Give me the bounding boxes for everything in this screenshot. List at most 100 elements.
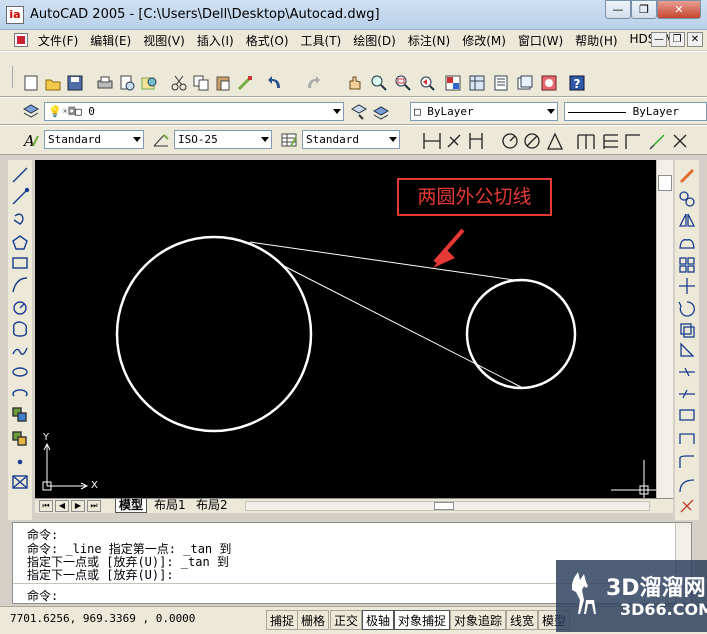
lightbulb-icon: 💡 xyxy=(48,105,62,118)
chevron-down-icon xyxy=(389,137,397,142)
linetype-control-dropdown[interactable]: ByLayer xyxy=(564,102,707,121)
design-center-icon[interactable] xyxy=(468,74,486,92)
text-style-value: Standard xyxy=(48,133,101,146)
open-icon[interactable] xyxy=(44,74,62,92)
lineweight-toggle[interactable]: 线宽 xyxy=(506,610,539,630)
dimension-style-icon[interactable] xyxy=(152,131,170,149)
otrack-toggle[interactable]: 对象追踪 xyxy=(450,610,507,630)
tool-palettes-icon[interactable] xyxy=(492,74,510,92)
zoom-realtime-icon[interactable] xyxy=(370,74,388,92)
tab-model[interactable]: 模型 xyxy=(115,499,148,513)
menu-window[interactable]: 窗口(W) xyxy=(518,32,563,49)
table-style-dropdown[interactable]: Standard xyxy=(302,130,400,149)
text-style-icon[interactable]: A xyxy=(22,131,40,150)
lock-icon: ◘ xyxy=(68,105,75,118)
new-icon[interactable] xyxy=(22,74,40,92)
menu-file[interactable]: 文件(F) xyxy=(38,32,78,49)
polar-toggle[interactable]: 极轴 xyxy=(362,610,395,630)
ortho-toggle[interactable]: 正交 xyxy=(330,610,363,630)
horizontal-scrollbar[interactable] xyxy=(245,501,650,511)
title-bar: ia AutoCAD 2005 - [C:\Users\Dell\Desktop… xyxy=(0,0,707,30)
cut-icon[interactable] xyxy=(170,74,188,92)
zoom-window-icon[interactable] xyxy=(394,74,412,92)
dimension-toolbar-icons xyxy=(423,132,687,150)
publish-icon[interactable] xyxy=(140,74,158,92)
layer-previous-icon[interactable] xyxy=(372,103,390,121)
layer-manager-icon[interactable] xyxy=(22,103,40,121)
minimize-button[interactable]: — xyxy=(605,0,631,19)
chevron-down-icon xyxy=(261,137,269,142)
sheet-set-icon[interactable] xyxy=(516,74,534,92)
copy-icon[interactable] xyxy=(192,74,210,92)
table-style-icon[interactable] xyxy=(280,131,298,149)
table-style-value: Standard xyxy=(306,133,359,146)
tangent-line-cross[interactable] xyxy=(281,264,522,388)
text-style-dropdown[interactable]: Standard xyxy=(44,130,144,149)
close-button[interactable]: ✕ xyxy=(657,0,701,19)
dimension-style-value: ISO-25 xyxy=(178,133,218,146)
document-icon[interactable] xyxy=(14,33,28,47)
doc-minimize-button[interactable]: — xyxy=(651,32,667,47)
markup-icon[interactable] xyxy=(540,74,558,92)
layer-dropdown[interactable]: 💡☀◘□ 0 xyxy=(44,102,344,121)
menu-help[interactable]: 帮助(H) xyxy=(575,32,617,49)
redo-icon[interactable] xyxy=(304,74,322,92)
menu-edit[interactable]: 编辑(E) xyxy=(90,32,131,49)
zoom-previous-icon[interactable] xyxy=(418,74,436,92)
canvas-vertical-scrollbar[interactable] xyxy=(656,160,673,500)
command-history-line: 指定下一点或 [放弃(U)]: xyxy=(27,568,174,582)
doc-close-button[interactable]: ✕ xyxy=(687,32,703,47)
layout-tab-bar: ⏮ ◀ ▶ ⏭ 模型 布局1 布局2 xyxy=(35,498,673,513)
snap-toggle[interactable]: 捕捉 xyxy=(266,610,299,630)
tab-layout1[interactable]: 布局1 xyxy=(151,499,189,513)
print-preview-icon[interactable] xyxy=(118,74,136,92)
command-prompt-input[interactable]: 命令: xyxy=(27,587,58,604)
menu-modify[interactable]: 修改(M) xyxy=(462,32,506,49)
pan-icon[interactable] xyxy=(346,74,364,92)
prev-tab-button[interactable]: ◀ xyxy=(55,500,69,512)
small-circle[interactable] xyxy=(465,278,577,390)
ucs-x-label: X xyxy=(91,480,98,491)
ucs-icon xyxy=(42,442,89,491)
restore-button[interactable]: ❐ xyxy=(631,0,657,19)
modify-toolbar xyxy=(675,160,699,520)
help-icon[interactable]: ? xyxy=(568,74,586,92)
menu-view[interactable]: 视图(V) xyxy=(143,32,185,49)
next-tab-button[interactable]: ▶ xyxy=(71,500,85,512)
dimension-style-dropdown[interactable]: ISO-25 xyxy=(174,130,272,149)
properties-icon[interactable] xyxy=(444,74,462,92)
large-circle[interactable] xyxy=(115,235,313,433)
color-swatch-icon: □ xyxy=(414,105,421,118)
color-control-dropdown[interactable]: □ ByLayer xyxy=(410,102,558,121)
chevron-down-icon xyxy=(333,109,341,114)
last-tab-button[interactable]: ⏭ xyxy=(87,500,101,512)
first-tab-button[interactable]: ⏮ xyxy=(39,500,53,512)
save-icon[interactable] xyxy=(66,74,84,92)
drawing-geometry xyxy=(42,228,656,498)
undo-icon[interactable] xyxy=(266,74,284,92)
horizontal-scrollbar-thumb[interactable] xyxy=(434,502,454,510)
menu-bar: 文件(F) 编辑(E) 视图(V) 插入(I) 格式(O) 工具(T) 绘图(D… xyxy=(0,30,707,50)
make-object-layer-current-icon[interactable] xyxy=(350,103,368,121)
watermark: 3D溜溜网 3D66.COM xyxy=(556,560,707,632)
osnap-toggle[interactable]: 对象捕捉 xyxy=(394,610,451,630)
print-icon[interactable] xyxy=(96,74,114,92)
tab-layout2[interactable]: 布局2 xyxy=(193,499,231,513)
menu-tools[interactable]: 工具(T) xyxy=(301,32,342,49)
menu-insert[interactable]: 插入(I) xyxy=(197,32,234,49)
grid-toggle[interactable]: 栅格 xyxy=(297,610,330,630)
menu-draw[interactable]: 绘图(D) xyxy=(353,32,396,49)
menu-dimension[interactable]: 标注(N) xyxy=(408,32,450,49)
deer-logo-icon xyxy=(572,572,596,614)
autocad-app-icon[interactable]: ia xyxy=(6,6,24,24)
doc-restore-button[interactable]: ❐ xyxy=(669,32,685,47)
current-layer-name: 0 xyxy=(88,105,95,118)
draw-toolbar xyxy=(8,160,32,520)
color-swatch-icon: □ xyxy=(74,105,82,118)
drawing-canvas[interactable]: Y X xyxy=(35,160,656,498)
match-properties-icon[interactable] xyxy=(236,74,254,92)
menu-format[interactable]: 格式(O) xyxy=(246,32,289,49)
paste-icon[interactable] xyxy=(214,74,232,92)
scrollbar-thumb[interactable] xyxy=(658,175,672,191)
linetype-preview xyxy=(568,111,626,113)
